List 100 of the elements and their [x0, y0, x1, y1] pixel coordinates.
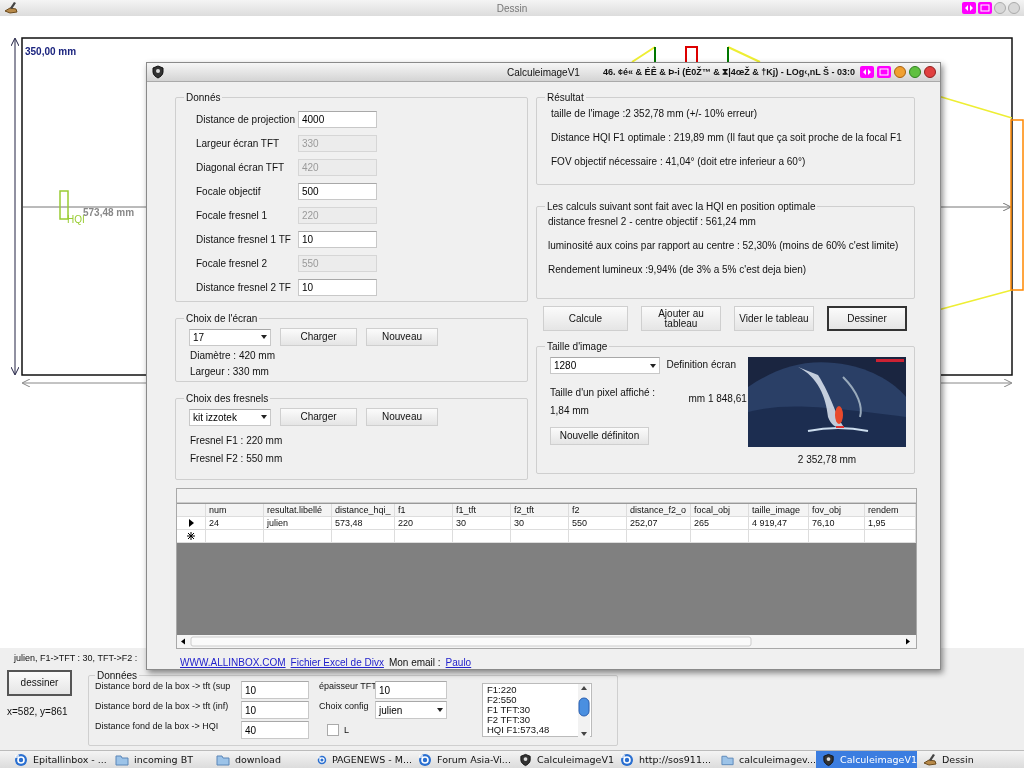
zoom-icon[interactable] — [909, 66, 921, 78]
push-button[interactable]: Charger — [280, 328, 357, 346]
push-button[interactable]: Nouveau — [366, 408, 438, 426]
summary-list[interactable]: F1:220 F2:550 F1 TFT:30 F2 TFT:30 HQI F1:573,48 — [482, 683, 592, 737]
dimension-label: 573,48 mm — [83, 207, 135, 218]
toolbar-icon[interactable] — [860, 66, 874, 78]
dropdown[interactable]: julien — [375, 701, 447, 719]
list-item: HQI F1:573,48 — [487, 725, 551, 735]
lamp-marker — [59, 190, 69, 220]
field-label: Focale fresnel 2 — [196, 258, 269, 269]
push-button[interactable]: Vider le tableau — [734, 306, 814, 331]
group-title: Choix des fresnels — [185, 393, 270, 404]
field-label: Distance de projection — [196, 114, 296, 125]
field-label: Focale objectif — [196, 186, 262, 197]
dimension-label: 350,00 mm — [25, 46, 77, 57]
field-label: Distance bord de la box -> tft (inf) — [95, 701, 230, 713]
push-button[interactable]: Nouveau — [366, 328, 438, 346]
draw-button[interactable]: dessiner — [7, 670, 72, 696]
caption-text: 2 352,78 mm — [797, 454, 857, 465]
toolbar-icon[interactable] — [978, 2, 992, 14]
info-text: mm 1 848,61 — [688, 393, 748, 404]
result-text: distance fresnel 2 - centre objectif : 561,24 mm — [548, 216, 757, 229]
scrollbar[interactable] — [577, 684, 591, 738]
toolbar-icon[interactable] — [962, 2, 976, 14]
close-icon[interactable] — [924, 66, 936, 78]
link[interactable]: WWW.ALLINBOX.COM — [180, 657, 286, 668]
brush-icon — [4, 1, 18, 15]
group-title: Choix de l'écran — [185, 313, 259, 324]
info-text: Fresnel F2 : 550 mm — [190, 453, 284, 466]
asterisk-icon — [187, 532, 195, 540]
list-item: F1:220 — [487, 685, 518, 695]
input-field[interactable]: 40 — [241, 721, 309, 739]
field-label: Choix config — [319, 701, 370, 713]
result-text: taille de l'image :2 352,78 mm (+/- 10% erreur) — [551, 108, 759, 121]
status-text: julien, F1->TFT : 30, TFT->F2 : — [14, 653, 138, 663]
field-label: Focale fresnel 1 — [196, 210, 269, 221]
window-title: Dessin — [496, 2, 528, 14]
result-text: Distance HQI F1 optimale : 219,89 mm (Il faut que ça soit proche de la focal F1 — [551, 132, 903, 145]
info-text: Definition écran — [666, 359, 737, 370]
input-field[interactable]: 10 — [298, 231, 377, 248]
link[interactable]: Paulo — [445, 657, 472, 668]
result-text: FOV objectif nécessaire : 41,04° (doit etre inferieur a 60°) — [551, 156, 807, 169]
field-label: Largeur écran TFT — [196, 138, 281, 149]
input-field[interactable]: 10 — [241, 681, 309, 699]
taskbar-item[interactable]: calculeimagev... — [715, 751, 816, 768]
dropdown[interactable]: 1280 — [550, 357, 660, 374]
input-field[interactable]: 10 — [298, 279, 377, 296]
label-text: Mon email : — [388, 657, 441, 668]
dropdown[interactable]: kit izzotek — [189, 408, 271, 426]
list-item: F1 TFT:30 — [487, 705, 532, 715]
push-button[interactable]: Calcule — [543, 306, 628, 331]
group-title: Résultat — [546, 92, 585, 103]
folder-icon — [115, 752, 129, 767]
toolbar-icon[interactable] — [877, 66, 891, 78]
brush-icon — [923, 752, 937, 767]
input-field[interactable]: 10 — [375, 681, 447, 699]
checkbox-label: L — [344, 725, 349, 735]
taskbar-item[interactable]: Epitallinbox - ... — [8, 751, 109, 768]
app-icon — [519, 752, 533, 767]
input-field[interactable]: 500 — [298, 183, 377, 200]
row-header-cell[interactable] — [177, 530, 206, 543]
minimize-icon[interactable] — [994, 2, 1006, 14]
field-label: Distance bord de la box -> tft (sup — [95, 681, 232, 693]
push-button[interactable]: Nouvelle définiton — [550, 427, 649, 445]
globe-icon — [620, 752, 634, 767]
window-title: CalculeimageV1 — [507, 66, 580, 78]
taskbar-item[interactable]: CalculeimageV1 — [513, 751, 614, 768]
taskbar-item[interactable]: download — [210, 751, 311, 768]
input-field[interactable]: 10 — [241, 701, 309, 719]
list-item: F2 TFT:30 — [487, 715, 532, 725]
checkbox[interactable] — [327, 724, 339, 736]
taskbar-item[interactable]: Forum Asia-Vi... — [412, 751, 513, 768]
globe-icon — [418, 752, 432, 767]
push-button[interactable]: Ajouter au tableau — [641, 306, 721, 331]
info-text: 1,84 mm — [550, 405, 590, 416]
field-label: Distance fond de la box -> HQI — [95, 721, 220, 733]
info-text: Fresnel F1 : 220 mm — [190, 435, 284, 448]
info-text: Largeur : 330 mm — [190, 366, 270, 379]
globe-icon — [14, 752, 28, 767]
field-label: Diagonal écran TFT — [196, 162, 286, 173]
group-title: Donnés — [185, 92, 222, 103]
taskbar-item[interactable]: incoming BT — [109, 751, 210, 768]
list-item: F2:550 — [487, 695, 518, 705]
result-text: Rendement lumineux :9,94% (de 3% a 5% c'est deja bien) — [548, 264, 808, 277]
zoom-icon[interactable] — [1008, 2, 1020, 14]
push-button[interactable]: Dessiner — [827, 306, 907, 331]
taskbar-item[interactable]: Dessin — [917, 751, 1018, 768]
app-icon — [151, 65, 165, 79]
taskbar-item[interactable]: http://sos911... — [614, 751, 715, 768]
folder-icon — [216, 752, 230, 767]
info-text: Taille d'un pixel affiché : — [550, 387, 657, 398]
dropdown[interactable]: 17 — [189, 328, 271, 346]
title-text: 46. ¢é« & ÉÊ & Þ-i (Ė0Ž™ & ⧗|4œŽ & †Kj) - LOg‹,nL Š - 03:0 — [603, 66, 855, 78]
minimize-icon[interactable] — [894, 66, 906, 78]
link[interactable]: Fichier Excel de Divx — [290, 657, 384, 668]
taskbar-item[interactable]: PAGENEWS - M... — [311, 751, 412, 768]
push-button[interactable]: Charger — [280, 408, 357, 426]
taskbar-item[interactable]: CalculeimageV1 — [816, 751, 917, 768]
input-field[interactable]: 4000 — [298, 111, 377, 128]
result-text: luminosité aux coins par rapport au centre : 52,30% (moins de 60% c'est limite) — [548, 240, 900, 253]
